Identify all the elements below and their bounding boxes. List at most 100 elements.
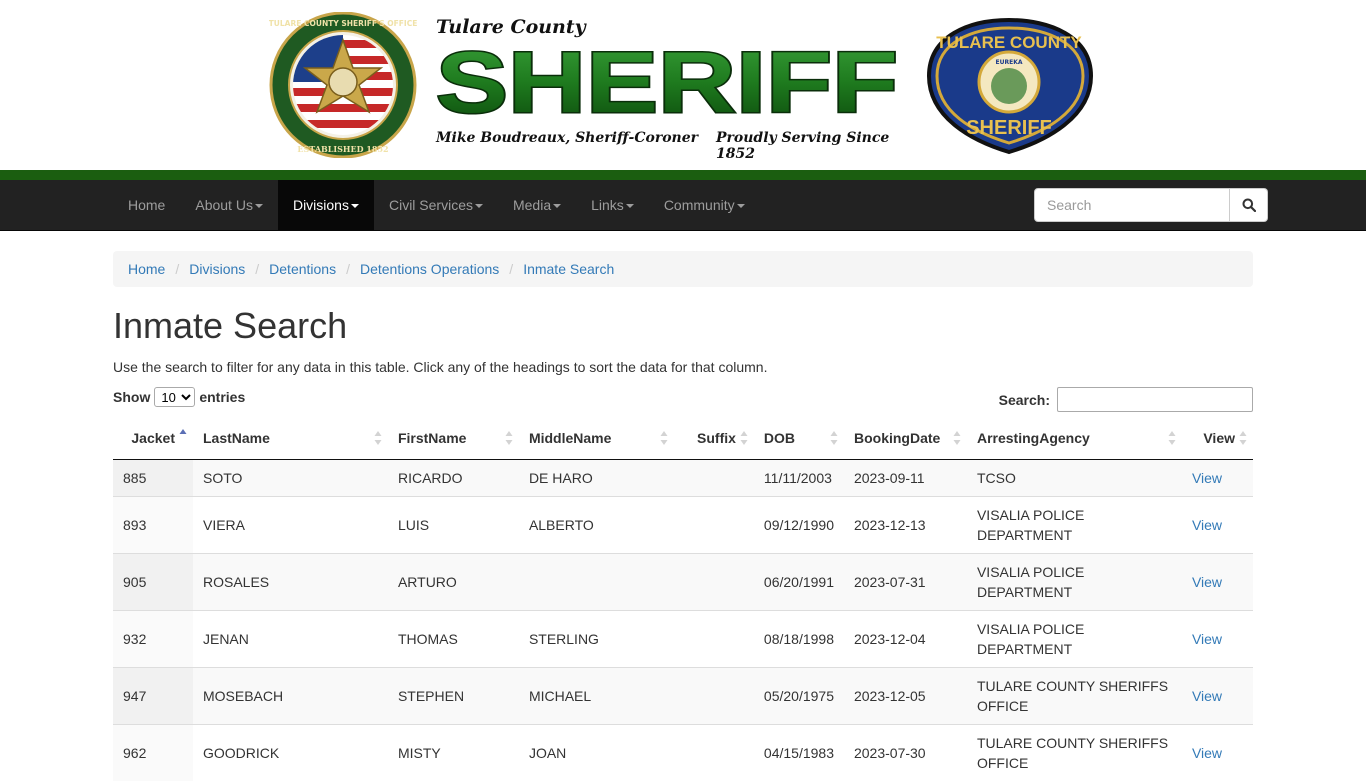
- svg-text:SHERIFF: SHERIFF: [436, 40, 898, 122]
- agency-line: TULARE COUNTY SHERIFFS: [976, 734, 1169, 751]
- nav-item-label: About Us: [195, 197, 253, 213]
- nav-item-community[interactable]: Community: [649, 180, 760, 230]
- cell-first-name: STEPHEN: [387, 666, 519, 724]
- cell-view: View: [1181, 609, 1253, 667]
- nav-item-divisions[interactable]: Divisions: [277, 180, 374, 230]
- breadcrumb-link-detentions-operations[interactable]: Detentions Operations: [360, 261, 499, 277]
- column-header-label: ArrestingAgency: [976, 430, 1090, 447]
- cell-jacket: 962: [113, 723, 193, 781]
- search-icon: [1242, 198, 1256, 212]
- nav-item-links[interactable]: Links: [576, 180, 649, 230]
- nav-item-label: Divisions: [292, 197, 349, 213]
- table-body: 885 SOTO RICARDO DE HARO 11/11/2003 2023-09-1…: [113, 458, 1253, 781]
- breadcrumb-separator: /: [175, 261, 180, 277]
- column-header-arrestingagency[interactable]: ArrestingAgency: [966, 418, 1182, 460]
- cell-booking-date: 2023-07-30: [843, 723, 967, 781]
- column-header-bookingdate[interactable]: BookingDate: [843, 418, 967, 460]
- cell-last-name: GOODRICK: [192, 723, 388, 781]
- cell-booking-date: 2023-12-04: [843, 609, 967, 667]
- nav-item-label: Community: [663, 197, 735, 213]
- cell-view: View: [1181, 495, 1253, 553]
- sheriff-patch-logo: TULARE COUNTY SHERIFF EUREKA: [926, 17, 1094, 155]
- site-search-button[interactable]: [1230, 188, 1268, 222]
- table-filter: Search:: [999, 387, 1253, 412]
- site-search: [1034, 188, 1268, 222]
- svg-text:ESTABLISHED 1852: ESTABLISHED 1852: [297, 144, 388, 154]
- column-header-suffix[interactable]: Suffix: [673, 418, 754, 460]
- cell-dob: 09/12/1990: [753, 495, 844, 553]
- column-header-middlename[interactable]: MiddleName: [518, 418, 674, 460]
- cell-dob: 06/20/1991: [753, 552, 844, 610]
- breadcrumb-link-inmate-search[interactable]: Inmate Search: [523, 261, 614, 277]
- column-header-label: BookingDate: [853, 430, 941, 447]
- caret-down-icon: [474, 204, 483, 209]
- table-row: 962 GOODRICK MISTY JOAN 04/15/1983 2023-07-30…: [113, 723, 1253, 781]
- sort-icon: [953, 431, 961, 445]
- caret-down-icon: [350, 204, 359, 209]
- nav-item-media[interactable]: Media: [498, 180, 576, 230]
- cell-booking-date: 2023-09-11: [843, 458, 967, 496]
- cell-suffix: [673, 458, 754, 496]
- cell-middle-name: MICHAEL: [518, 666, 674, 724]
- sort-icon: [1168, 431, 1176, 445]
- cell-last-name: MOSEBACH: [192, 666, 388, 724]
- cell-middle-name: [518, 552, 674, 610]
- breadcrumb-link-divisions[interactable]: Divisions: [189, 261, 245, 277]
- entries-length-control: Show 10 entries: [113, 387, 245, 407]
- view-link[interactable]: View: [1192, 517, 1222, 533]
- agency-line: DEPARTMENT: [976, 640, 1073, 657]
- view-link[interactable]: View: [1192, 574, 1222, 590]
- nav-item-label: Home: [128, 197, 166, 213]
- column-header-lastname[interactable]: LastName: [192, 418, 388, 460]
- site-search-input[interactable]: [1034, 188, 1230, 222]
- main-navbar: Home About Us Divisions Civil Services Media…: [0, 180, 1366, 231]
- table-row: 947 MOSEBACH STEPHEN MICHAEL 05/20/1975 2023-…: [113, 666, 1253, 724]
- banner-tagline: Proudly Serving Since 1852: [716, 130, 890, 162]
- sort-icon: [505, 431, 513, 445]
- cell-dob: 04/15/1983: [753, 723, 844, 781]
- cell-arresting-agency: VISALIA POLICE DEPARTMENT: [966, 609, 1182, 667]
- cell-booking-date: 2023-07-31: [843, 552, 967, 610]
- nav-item-about-us[interactable]: About Us: [180, 180, 278, 230]
- view-link[interactable]: View: [1192, 631, 1222, 647]
- show-label: Show: [113, 389, 151, 405]
- view-link[interactable]: View: [1192, 470, 1222, 486]
- cell-middle-name: DE HARO: [518, 458, 674, 496]
- cell-jacket: 885: [113, 458, 193, 496]
- breadcrumb-separator: /: [509, 261, 514, 277]
- nav-item-civil-services[interactable]: Civil Services: [374, 180, 498, 230]
- view-link[interactable]: View: [1192, 688, 1222, 704]
- cell-jacket: 905: [113, 552, 193, 610]
- cell-suffix: [673, 666, 754, 724]
- cell-middle-name: JOAN: [518, 723, 674, 781]
- agency-line: VISALIA POLICE: [976, 506, 1085, 523]
- svg-text:SHERIFF: SHERIFF: [966, 117, 1052, 139]
- column-header-firstname[interactable]: FirstName: [387, 418, 519, 460]
- breadcrumb-link-home[interactable]: Home: [128, 261, 165, 277]
- svg-text:TULARE COUNTY SHERIFF'S OFFICE: TULARE COUNTY SHERIFF'S OFFICE: [269, 19, 417, 28]
- agency-line: OFFICE: [976, 697, 1029, 714]
- cell-last-name: ROSALES: [192, 552, 388, 610]
- breadcrumb-link-detentions[interactable]: Detentions: [269, 261, 336, 277]
- entries-select[interactable]: 10: [154, 387, 196, 407]
- svg-text:EUREKA: EUREKA: [996, 59, 1023, 66]
- cell-view: View: [1181, 666, 1253, 724]
- column-header-label: Suffix: [697, 430, 736, 447]
- table-row: 905 ROSALES ARTURO 06/20/1991 2023-07-31 VISA…: [113, 552, 1253, 610]
- column-header-dob[interactable]: DOB: [753, 418, 844, 460]
- table-header-row: Jacket LastName FirstName MiddleName Suffix D…: [113, 418, 1253, 460]
- nav-menu: Home About Us Divisions Civil Services Media…: [113, 180, 760, 230]
- cell-suffix: [673, 495, 754, 553]
- column-header-view[interactable]: View: [1181, 418, 1253, 460]
- nav-item-home[interactable]: Home: [113, 180, 180, 230]
- cell-arresting-agency: TULARE COUNTY SHERIFFS OFFICE: [966, 723, 1182, 781]
- agency-line: VISALIA POLICE: [976, 620, 1085, 637]
- agency-line: OFFICE: [976, 754, 1029, 771]
- table-search-input[interactable]: [1057, 387, 1253, 412]
- column-header-jacket[interactable]: Jacket: [113, 418, 193, 460]
- table-row: 932 JENAN THOMAS STERLING 08/18/1998 2023-12-…: [113, 609, 1253, 667]
- entries-label: entries: [199, 389, 246, 405]
- caret-down-icon: [254, 204, 263, 209]
- site-banner: TULARE COUNTY SHERIFF'S OFFICE ESTABLISH…: [0, 0, 1366, 170]
- view-link[interactable]: View: [1192, 745, 1222, 761]
